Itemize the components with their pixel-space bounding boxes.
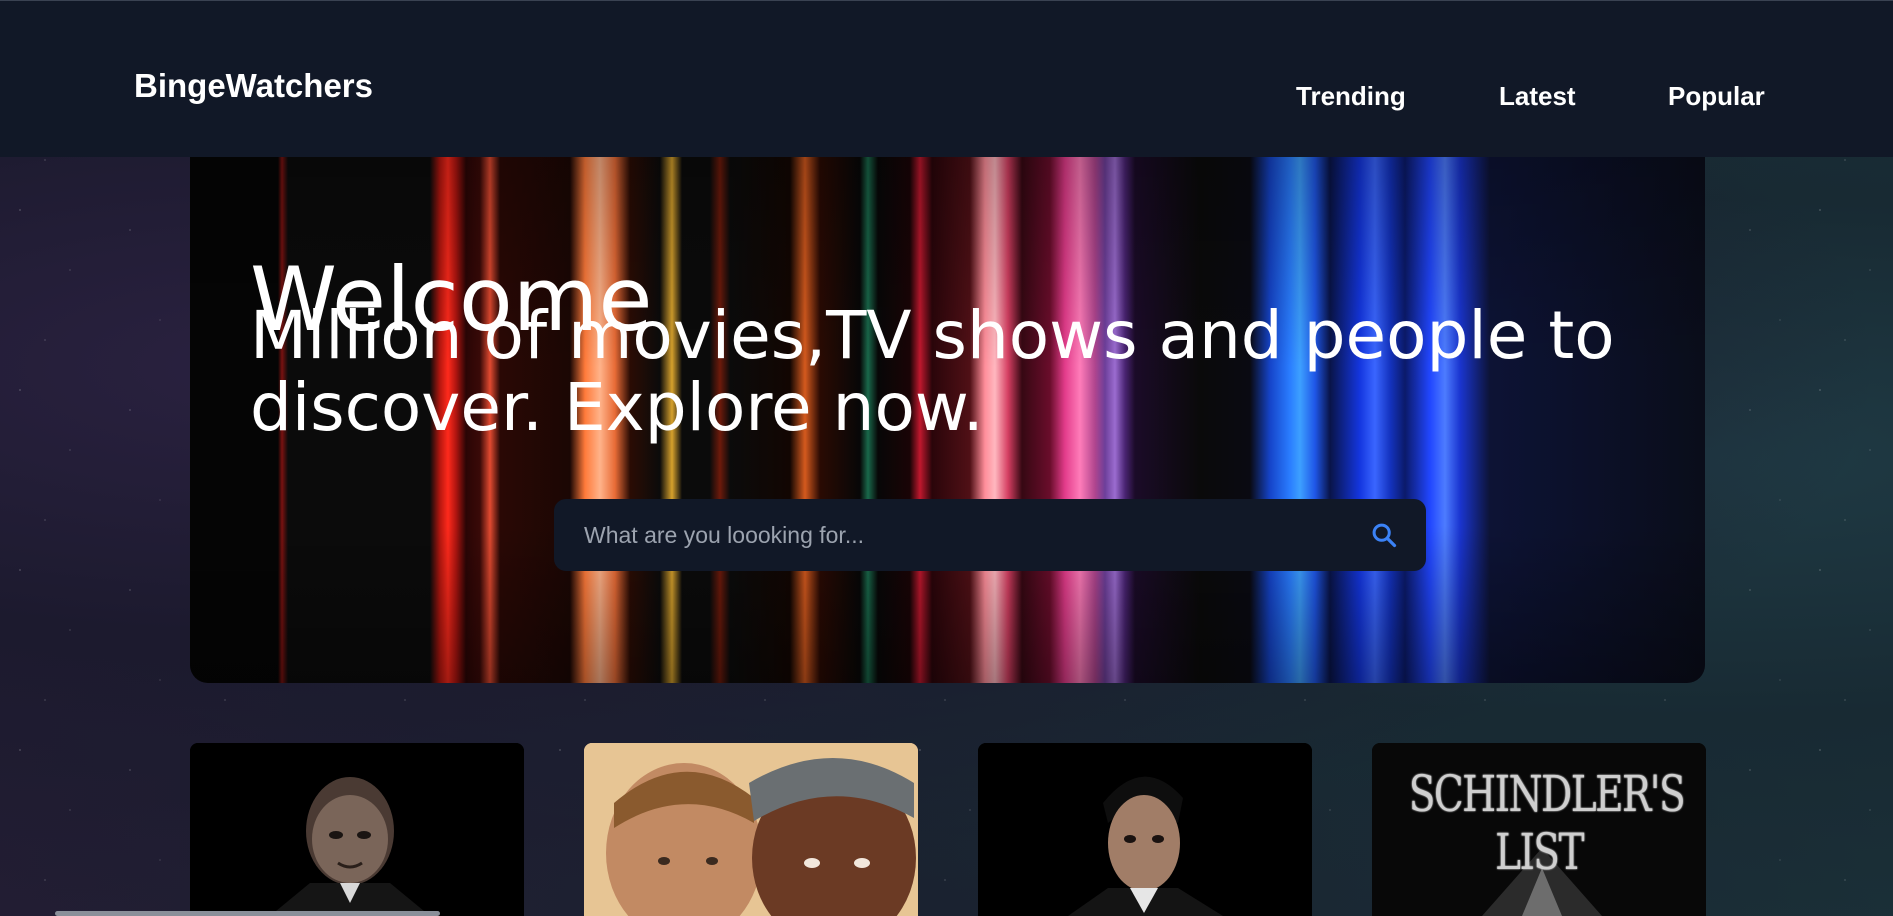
- poster-title: SCHINDLER'S LIST: [1408, 765, 1686, 881]
- brand-logo[interactable]: BingeWatchers: [134, 67, 373, 105]
- search-icon[interactable]: [1370, 521, 1398, 549]
- navbar: BingeWatchers Trending Latest Popular: [0, 0, 1893, 157]
- hero-subtitle: Million of movies,TV shows and people to…: [250, 297, 1615, 446]
- movie-poster: [978, 743, 1312, 916]
- movie-card[interactable]: [978, 743, 1312, 916]
- search-input[interactable]: [582, 520, 1370, 550]
- movie-card[interactable]: [584, 743, 918, 916]
- movie-poster: [190, 743, 524, 916]
- hero-banner: Welcome Million of movies,TV shows and p…: [190, 157, 1705, 683]
- nav-link-popular[interactable]: Popular: [1668, 81, 1765, 112]
- nav-link-trending[interactable]: Trending: [1296, 81, 1406, 112]
- nav-link-latest[interactable]: Latest: [1499, 81, 1576, 112]
- movie-poster: [584, 743, 918, 916]
- movie-card[interactable]: [190, 743, 524, 916]
- search-bar: [554, 499, 1426, 571]
- horizontal-scrollbar[interactable]: [55, 911, 440, 916]
- movie-card[interactable]: SCHINDLER'S LIST: [1372, 743, 1706, 916]
